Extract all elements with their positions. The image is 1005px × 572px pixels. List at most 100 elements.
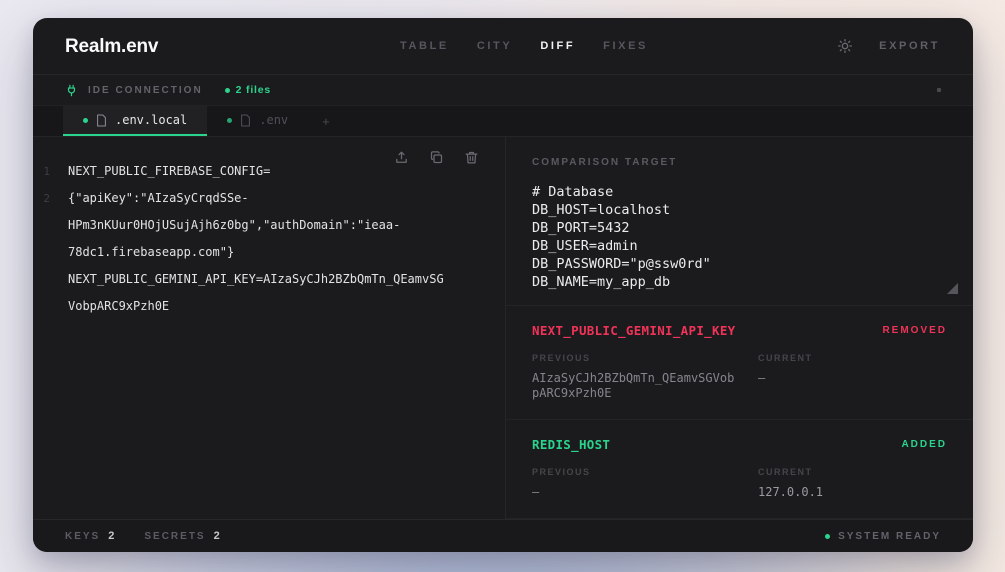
env-editor[interactable]: 1NEXT_PUBLIC_FIREBASE_CONFIG= 2{"apiKey"… <box>33 137 505 519</box>
entry-header: NEXT_PUBLIC_GEMINI_API_KEY REMOVED <box>532 323 947 338</box>
nav-tab-table[interactable]: TABLE <box>400 40 449 52</box>
previous-column: PREVIOUS — <box>532 467 758 500</box>
status-dot-icon <box>225 88 230 93</box>
comparison-target-input[interactable]: # Database DB_HOST=localhost DB_PORT=543… <box>532 183 947 291</box>
nav-tab-fixes[interactable]: FIXES <box>603 40 648 52</box>
keys-stat: KEYS 2 <box>65 530 114 542</box>
entry-values: PREVIOUS AIzaSyCJh2BZbQmTn_QEamvSGVobpAR… <box>532 353 947 401</box>
header-right: EXPORT <box>837 18 940 74</box>
add-file-button[interactable]: + <box>308 106 344 136</box>
file-icon <box>96 114 107 127</box>
resize-handle[interactable] <box>947 283 958 294</box>
footer-stats: KEYS 2 SECRETS 2 <box>65 530 220 542</box>
removed-badge: REMOVED <box>882 325 947 336</box>
theme-toggle-button[interactable] <box>837 38 853 54</box>
line-number <box>33 266 68 293</box>
current-value: — <box>758 371 947 386</box>
current-label: CURRENT <box>758 467 947 477</box>
diff-entries: NEXT_PUBLIC_GEMINI_API_KEY REMOVED PREVI… <box>506 306 973 519</box>
ide-connection-bar: IDE CONNECTION 2 files <box>33 75 973 106</box>
code-line: HPm3nKUur0HOjUSujAjh6z0bg","authDomain":… <box>33 212 505 239</box>
delete-button[interactable] <box>464 150 479 165</box>
env-text-line: DB_NAME=my_app_db <box>532 273 947 291</box>
secrets-stat: SECRETS 2 <box>144 530 219 542</box>
header: Realm.env TABLE CITY DIFF FIXES EXPORT <box>33 18 973 75</box>
plug-icon <box>65 84 78 97</box>
previous-column: PREVIOUS AIzaSyCJh2BZbQmTn_QEamvSGVobpAR… <box>532 353 758 401</box>
diff-entry-removed: NEXT_PUBLIC_GEMINI_API_KEY REMOVED PREVI… <box>506 306 973 420</box>
line-number <box>33 293 68 320</box>
file-icon <box>240 114 251 127</box>
system-status-label: SYSTEM READY <box>838 531 941 542</box>
ide-connection-label: IDE CONNECTION <box>88 85 203 96</box>
main-nav: TABLE CITY DIFF FIXES <box>400 18 648 74</box>
secrets-count: 2 <box>214 530 220 542</box>
main-content: 1NEXT_PUBLIC_FIREBASE_CONFIG= 2{"apiKey"… <box>33 137 973 519</box>
line-number <box>33 239 68 266</box>
nav-tab-diff[interactable]: DIFF <box>540 40 575 52</box>
diff-entry-added: REDIS_HOST ADDED PREVIOUS — CURRENT 127.… <box>506 420 973 519</box>
status-bar: KEYS 2 SECRETS 2 SYSTEM READY <box>33 519 973 552</box>
file-tab-env-local[interactable]: .env.local <box>63 106 207 136</box>
editor-actions <box>394 150 479 165</box>
current-label: CURRENT <box>758 353 947 363</box>
entry-values: PREVIOUS — CURRENT 127.0.0.1 <box>532 467 947 500</box>
system-status: SYSTEM READY <box>825 531 941 542</box>
keys-count: 2 <box>108 530 114 542</box>
upload-button[interactable] <box>394 150 409 165</box>
line-number <box>33 212 68 239</box>
copy-button[interactable] <box>429 150 444 165</box>
code-lines: 1NEXT_PUBLIC_FIREBASE_CONFIG= 2{"apiKey"… <box>33 158 505 320</box>
env-text-line: DB_HOST=localhost <box>532 201 947 219</box>
previous-label: PREVIOUS <box>532 353 758 363</box>
current-column: CURRENT 127.0.0.1 <box>758 467 947 500</box>
entry-key: REDIS_HOST <box>532 437 610 452</box>
added-badge: ADDED <box>901 439 947 450</box>
app-window: Realm.env TABLE CITY DIFF FIXES EXPORT <box>33 18 973 552</box>
env-text-line: DB_PORT=5432 <box>532 219 947 237</box>
export-button[interactable]: EXPORT <box>879 40 940 52</box>
files-status: 2 files <box>225 84 271 96</box>
file-tab-label: .env <box>259 113 288 127</box>
trash-icon <box>464 150 479 165</box>
previous-value: — <box>532 485 738 500</box>
file-tab-env[interactable]: .env <box>207 106 308 136</box>
copy-icon <box>429 150 444 165</box>
env-text-line: DB_USER=admin <box>532 237 947 255</box>
current-column: CURRENT — <box>758 353 947 401</box>
entry-header: REDIS_HOST ADDED <box>532 437 947 452</box>
line-text: 78dc1.firebaseapp.com"} <box>68 239 234 266</box>
current-value: 127.0.0.1 <box>758 485 947 500</box>
line-text: HPm3nKUur0HOjUSujAjh6z0bg","authDomain":… <box>68 212 400 239</box>
line-text: NEXT_PUBLIC_GEMINI_API_KEY=AIzaSyCJh2BZb… <box>68 266 444 293</box>
line-text: {"apiKey":"AIzaSyCrqdSSe- <box>68 185 249 212</box>
connection-hint-dot <box>937 88 941 92</box>
file-tabs-bar: .env.local .env + <box>33 106 973 137</box>
line-text: VobpARC9xPzh0E <box>68 293 169 320</box>
code-line: NEXT_PUBLIC_GEMINI_API_KEY=AIzaSyCJh2BZb… <box>33 266 505 293</box>
line-number: 1 <box>33 158 68 185</box>
file-status-dot-icon <box>83 118 88 123</box>
comparison-panel: COMPARISON TARGET # Database DB_HOST=loc… <box>506 137 973 519</box>
app-logo: Realm.env <box>65 36 158 58</box>
upload-icon <box>394 150 409 165</box>
line-text: NEXT_PUBLIC_FIREBASE_CONFIG= <box>68 158 270 185</box>
code-line: 2{"apiKey":"AIzaSyCrqdSSe- <box>33 185 505 212</box>
env-text-line: DB_PASSWORD="p@ssw0rd" <box>532 255 947 273</box>
comparison-target-label: COMPARISON TARGET <box>532 157 947 168</box>
sun-icon <box>837 38 853 54</box>
comparison-target-section: COMPARISON TARGET # Database DB_HOST=loc… <box>506 137 973 306</box>
line-number: 2 <box>33 185 68 212</box>
previous-label: PREVIOUS <box>532 467 758 477</box>
status-dot-icon <box>825 534 830 539</box>
entry-key: NEXT_PUBLIC_GEMINI_API_KEY <box>532 323 735 338</box>
file-status-dot-icon <box>227 118 232 123</box>
file-tab-label: .env.local <box>115 113 187 127</box>
nav-tab-city[interactable]: CITY <box>477 40 512 52</box>
previous-value: AIzaSyCJh2BZbQmTn_QEamvSGVobpARC9xPzh0E <box>532 371 738 401</box>
env-text-line: # Database <box>532 183 947 201</box>
code-line: VobpARC9xPzh0E <box>33 293 505 320</box>
code-line: 78dc1.firebaseapp.com"} <box>33 239 505 266</box>
keys-label: KEYS <box>65 531 100 542</box>
secrets-label: SECRETS <box>144 531 205 542</box>
